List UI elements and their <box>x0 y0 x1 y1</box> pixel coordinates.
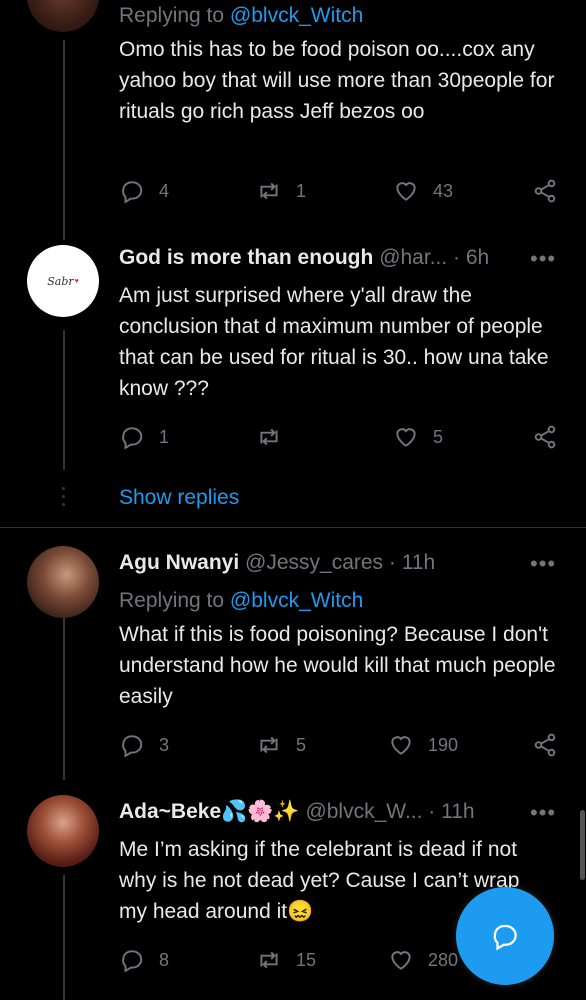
retweet-icon <box>260 736 278 754</box>
replying-to-handle[interactable]: @blvck_Witch <box>230 4 363 27</box>
reply-count: 8 <box>159 949 170 970</box>
thread-line <box>63 40 65 240</box>
display-name[interactable]: Agu Nwanyi <box>119 551 239 574</box>
reply-button[interactable]: 3 <box>119 732 169 758</box>
retweet-button[interactable]: 1 <box>256 178 306 204</box>
timestamp[interactable]: · 6h <box>453 246 489 269</box>
thread-continuation-dots <box>62 487 65 511</box>
avatar[interactable] <box>27 546 99 618</box>
display-name[interactable]: God is more than enough <box>119 246 373 269</box>
reply-button[interactable]: 8 <box>119 947 169 973</box>
share-icon <box>534 425 556 449</box>
replying-to: Replying to @blvck_Witch <box>119 589 364 612</box>
retweet-button[interactable]: 15 <box>256 947 316 973</box>
like-count: 190 <box>428 734 459 755</box>
reply-icon <box>122 950 143 973</box>
reply-count: 3 <box>159 734 170 755</box>
user-handle[interactable]: @blvck_W... <box>305 800 422 823</box>
tweet-header: God is more than enough @har... · 6h <box>119 246 489 270</box>
scrollbar[interactable] <box>580 810 585 880</box>
user-handle[interactable]: @har... <box>379 246 447 269</box>
retweet-icon <box>260 951 278 969</box>
like-button[interactable]: 5 <box>393 424 443 450</box>
heart-icon <box>391 951 411 970</box>
thread-line <box>63 330 65 470</box>
tweet-text: Am just surprised where y'all draw the c… <box>119 284 549 400</box>
heart-icon: ♥ <box>74 277 79 285</box>
share-icon <box>534 733 556 757</box>
reply-button[interactable]: 4 <box>119 178 169 204</box>
like-count: 5 <box>433 426 444 447</box>
like-button[interactable]: 43 <box>393 178 453 204</box>
retweet-count: 15 <box>296 949 317 970</box>
reply-button[interactable]: 1 <box>119 424 169 450</box>
retweet-count: 1 <box>296 180 307 201</box>
timestamp[interactable]: · 11h <box>389 551 435 574</box>
replying-to: Replying to @blvck_Witch <box>119 4 364 27</box>
share-button[interactable] <box>532 178 558 204</box>
name-emoji: 💦🌸✨ <box>221 800 300 823</box>
more-options-button[interactable]: ••• <box>530 551 556 577</box>
avatar[interactable]: Sabr ♥ <box>27 245 99 317</box>
like-count: 280 <box>428 949 459 970</box>
reply-icon <box>122 427 143 450</box>
display-name[interactable]: Ada~Beke💦🌸✨ <box>119 800 300 823</box>
tweet-text: What if this is food poisoning? Because … <box>119 623 556 708</box>
retweet-button[interactable]: 5 <box>256 732 306 758</box>
heart-icon <box>396 428 416 447</box>
like-button[interactable]: 190 <box>388 732 458 758</box>
share-button[interactable] <box>532 424 558 450</box>
retweet-icon <box>260 428 278 446</box>
retweet-button[interactable] <box>256 424 296 450</box>
show-replies-link[interactable]: Show replies <box>119 486 239 510</box>
heart-icon <box>391 736 411 755</box>
reply-icon <box>122 181 143 204</box>
compose-reply-icon <box>493 924 517 951</box>
replying-to-handle[interactable]: @blvck_Witch <box>230 589 363 612</box>
thread-line <box>63 600 65 780</box>
reply-count: 4 <box>159 180 170 201</box>
timestamp[interactable]: · 11h <box>428 800 474 823</box>
retweet-icon <box>260 182 278 200</box>
user-handle[interactable]: @Jessy_cares <box>245 551 383 574</box>
more-options-button[interactable]: ••• <box>530 246 556 272</box>
tweet-header: Agu Nwanyi @Jessy_cares · 11h <box>119 551 435 575</box>
share-button[interactable] <box>532 732 558 758</box>
share-icon <box>534 179 556 203</box>
compose-reply-button[interactable] <box>456 887 554 985</box>
reply-icon <box>122 735 143 758</box>
tweet-header: Ada~Beke💦🌸✨ @blvck_W... · 11h <box>119 800 475 824</box>
more-options-button[interactable]: ••• <box>530 800 556 826</box>
reply-count: 1 <box>159 426 170 447</box>
thread-line <box>63 875 65 1000</box>
avatar[interactable] <box>27 795 99 867</box>
avatar-text: Sabr <box>47 274 74 288</box>
avatar[interactable] <box>27 0 99 32</box>
tweet-text: Omo this has to be food poison oo....cox… <box>119 38 555 123</box>
tweet-divider <box>0 527 586 528</box>
retweet-count: 5 <box>296 734 307 755</box>
like-count: 43 <box>433 180 454 201</box>
like-button[interactable]: 280 <box>388 947 458 973</box>
heart-icon <box>396 182 416 201</box>
